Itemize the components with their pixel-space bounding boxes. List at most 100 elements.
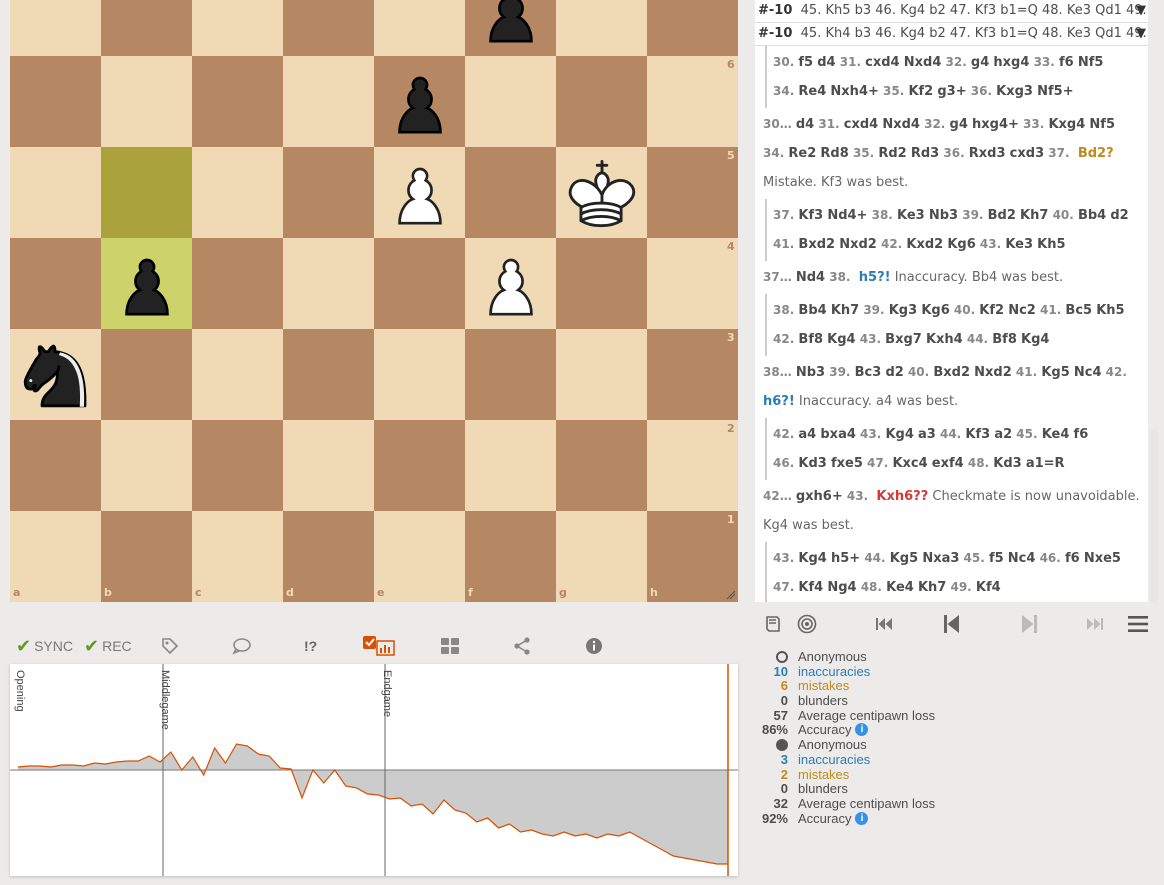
info-icon[interactable]: i [855, 811, 869, 825]
move[interactable]: Kg4 [1021, 332, 1049, 347]
square-g3[interactable] [556, 329, 647, 420]
move[interactable]: cxd4 [865, 55, 899, 70]
white-king-icon[interactable] [556, 147, 647, 238]
black-pawn-icon[interactable] [465, 0, 556, 56]
square-d2[interactable] [283, 420, 374, 511]
move[interactable]: Nc2 [1008, 303, 1036, 318]
move[interactable]: Bxg7 [885, 332, 922, 347]
square-d6[interactable] [283, 56, 374, 147]
move[interactable]: h5+ [831, 551, 860, 566]
square-a4[interactable] [10, 238, 101, 329]
move[interactable]: Re4 [798, 84, 826, 99]
move-mistake[interactable]: Bd2? [1078, 146, 1114, 161]
move[interactable]: Kg4 [798, 551, 826, 566]
chessboard[interactable]: 6 5 4 3 2 1 a b c d e f g h [10, 0, 738, 602]
move[interactable]: Kxh4 [926, 332, 963, 347]
advantage-chart-svg[interactable]: Opening Middlegame Endgame [10, 664, 738, 876]
square-h2[interactable] [647, 420, 738, 511]
move[interactable]: d4 [817, 55, 835, 70]
move[interactable]: g4 [950, 117, 968, 132]
move[interactable]: Kf3 [798, 208, 823, 223]
menu-button[interactable] [1126, 606, 1150, 642]
move[interactable]: Kd3 [993, 456, 1021, 471]
move-blunder[interactable]: Kxh6?? [876, 489, 928, 504]
move[interactable]: Nxd2 [974, 365, 1012, 380]
move[interactable]: Kf3 [965, 427, 990, 442]
square-d3[interactable] [283, 329, 374, 420]
move[interactable]: hxg4 [993, 55, 1029, 70]
move[interactable]: Ng4 [827, 580, 856, 595]
move[interactable]: Kg6 [921, 303, 949, 318]
square-a2[interactable] [10, 420, 101, 511]
next-move-button[interactable] [1017, 606, 1041, 642]
square-b6[interactable] [101, 56, 192, 147]
move[interactable]: Kh7 [831, 303, 859, 318]
move[interactable]: a4 [798, 427, 816, 442]
move[interactable]: Ke3 [897, 208, 925, 223]
move[interactable]: Rd3 [911, 146, 939, 161]
square-f3[interactable] [465, 329, 556, 420]
move[interactable]: Nb3 [796, 365, 825, 380]
move[interactable]: Bxd2 [933, 365, 970, 380]
square-e1[interactable] [374, 511, 465, 602]
black-pawn-icon[interactable] [374, 56, 465, 147]
move[interactable]: Nf5+ [1037, 84, 1073, 99]
move[interactable]: Kxc4 [892, 456, 927, 471]
move[interactable]: Nd4 [796, 270, 825, 285]
white-pawn-icon[interactable] [374, 147, 465, 238]
move[interactable]: f6 [1059, 55, 1074, 70]
info-icon[interactable]: i [855, 723, 869, 737]
move[interactable]: Nxd4 [882, 117, 920, 132]
move[interactable]: Kxg4 [1048, 117, 1085, 132]
square-c1[interactable] [192, 511, 283, 602]
square-h6[interactable] [647, 56, 738, 147]
square-a6[interactable] [10, 56, 101, 147]
move[interactable]: Nxa3 [922, 551, 959, 566]
black-knight-icon[interactable] [10, 329, 101, 420]
white-pawn-icon[interactable] [465, 238, 556, 329]
move[interactable]: f5 [989, 551, 1004, 566]
move[interactable]: Kd3 [798, 456, 826, 471]
square-f2[interactable] [465, 420, 556, 511]
move[interactable]: Kf2 [979, 303, 1004, 318]
move-inaccuracy[interactable]: h5?! [859, 270, 891, 285]
square-g6[interactable] [556, 56, 647, 147]
square-d1[interactable] [283, 511, 374, 602]
move[interactable]: Re2 [788, 146, 816, 161]
square-g2[interactable] [556, 420, 647, 511]
move[interactable]: Bf8 [798, 332, 823, 347]
square-e3[interactable] [374, 329, 465, 420]
square-b5[interactable] [101, 147, 192, 238]
square-b2[interactable] [101, 420, 192, 511]
move[interactable]: d2 [885, 365, 903, 380]
square-f5[interactable] [465, 147, 556, 238]
move[interactable]: Nxd2 [839, 237, 877, 252]
move[interactable]: Bf8 [992, 332, 1017, 347]
black-mistakes-row[interactable]: 2 mistakes [758, 767, 1158, 783]
board-squares[interactable]: 6 5 4 3 2 1 a b c d e f g h [10, 0, 738, 602]
move[interactable]: Kh7 [1020, 208, 1048, 223]
move[interactable]: cxd3 [1010, 146, 1044, 161]
square-f1[interactable] [465, 511, 556, 602]
explorer-button[interactable] [441, 628, 459, 664]
sync-toggle[interactable]: ✔ SYNC [16, 628, 73, 664]
move[interactable]: Kh5 [1037, 237, 1065, 252]
move[interactable]: gxh6+ [796, 489, 843, 504]
move[interactable]: a2 [994, 427, 1012, 442]
move-list[interactable]: #-10 45. Kh5 b3 46. Kg4 b2 47. Kf3 b1=Q … [755, 0, 1148, 602]
move[interactable]: Nc4 [1008, 551, 1036, 566]
move[interactable]: f6 [1074, 427, 1089, 442]
square-c3[interactable] [192, 329, 283, 420]
move[interactable]: a1=R [1026, 456, 1065, 471]
square-a5[interactable] [10, 147, 101, 238]
move[interactable]: Nb3 [929, 208, 958, 223]
square-c5[interactable] [192, 147, 283, 238]
square-h5[interactable] [647, 147, 738, 238]
move[interactable]: Ke4 [1042, 427, 1070, 442]
move[interactable]: Kxg3 [996, 84, 1033, 99]
move[interactable]: Bc3 [855, 365, 882, 380]
move[interactable]: Bc5 [1065, 303, 1092, 318]
square-g7[interactable] [556, 0, 647, 56]
advantage-chart[interactable]: Opening Middlegame Endgame [10, 664, 738, 876]
rec-toggle[interactable]: ✔ REC [84, 628, 132, 664]
